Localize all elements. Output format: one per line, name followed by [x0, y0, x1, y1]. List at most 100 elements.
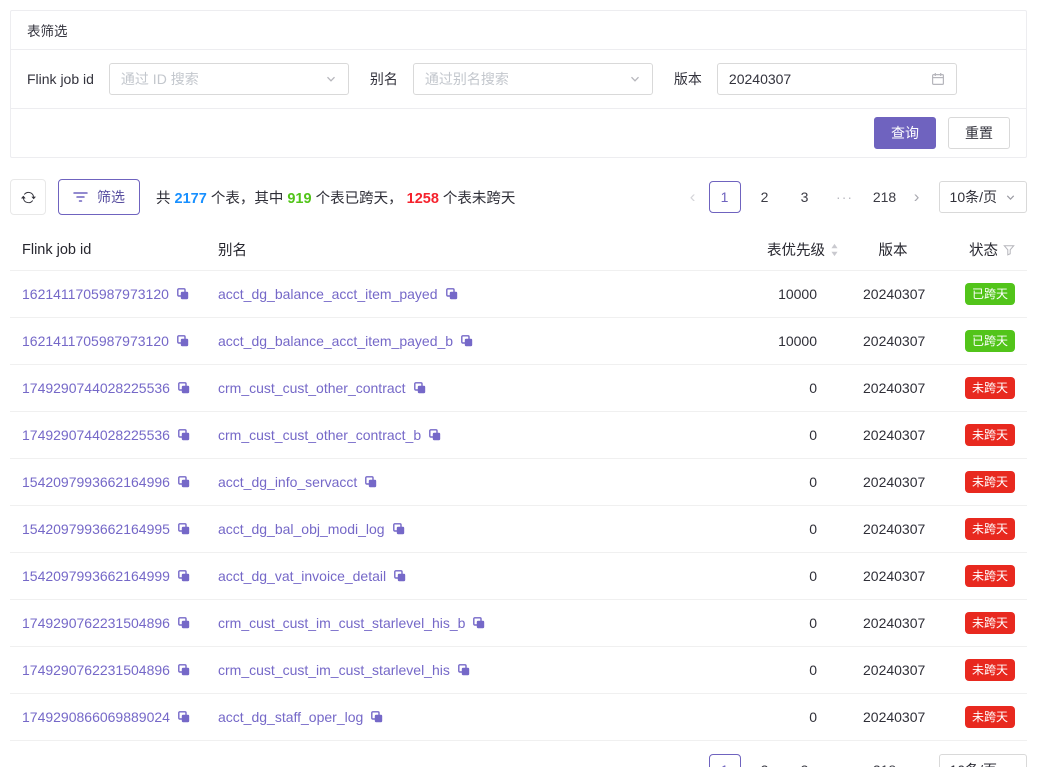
cell-priority: 0 [721, 459, 851, 506]
query-button[interactable]: 查询 [874, 117, 936, 149]
job-id-link[interactable]: 1542097993662164999 [22, 568, 170, 584]
pagination-ellipsis[interactable]: ··· [829, 181, 861, 213]
alias-link[interactable]: acct_dg_balance_acct_item_payed_b [218, 333, 453, 349]
pagination-prev[interactable]: ‹ [681, 182, 705, 212]
table-row: 1621411705987973120 acct_dg_balance_acct_… [10, 271, 1027, 318]
cell-alias: acct_dg_balance_acct_item_payed [206, 271, 721, 318]
summary-part: 个表，其中 [207, 191, 288, 207]
alias-link[interactable]: acct_dg_info_servacct [218, 474, 357, 490]
alias-link[interactable]: acct_dg_vat_invoice_detail [218, 568, 386, 584]
copy-icon[interactable] [428, 428, 442, 442]
pagination-page-218[interactable]: 218 [869, 181, 901, 213]
reset-button[interactable]: 重置 [948, 117, 1010, 149]
pagination-next[interactable]: › [905, 755, 929, 767]
job-id-link[interactable]: 1542097993662164996 [22, 474, 170, 490]
table-row: 1542097993662164999 acct_dg_vat_invoice_d… [10, 553, 1027, 600]
copy-icon[interactable] [177, 569, 191, 583]
job-id-link[interactable]: 1621411705987973120 [22, 286, 169, 302]
copy-icon[interactable] [176, 287, 190, 301]
header-version: 版本 [851, 231, 935, 271]
alias-link[interactable]: crm_cust_cust_im_cust_starlevel_his [218, 662, 450, 678]
field-flink-job-id: Flink job id 通过 ID 搜索 [27, 63, 349, 95]
filter-toggle-button[interactable]: 筛选 [58, 179, 140, 215]
calendar-icon [931, 72, 945, 86]
copy-icon[interactable] [392, 522, 406, 536]
page-size-select[interactable]: 10条/页 [939, 754, 1027, 767]
filter-card: 表筛选 Flink job id 通过 ID 搜索 别名 通过别名搜索 [10, 10, 1027, 158]
pagination-ellipsis[interactable]: ··· [829, 754, 861, 767]
status-badge: 未跨天 [965, 706, 1015, 728]
copy-icon[interactable] [177, 663, 191, 677]
alias-link[interactable]: crm_cust_cust_other_contract [218, 380, 406, 396]
cell-priority: 0 [721, 600, 851, 647]
cell-version: 20240307 [851, 600, 935, 647]
version-date-input[interactable] [729, 71, 909, 87]
alias-link[interactable]: acct_dg_staff_oper_log [218, 709, 363, 725]
alias-placeholder: 通过别名搜索 [425, 69, 509, 89]
copy-icon[interactable] [177, 522, 191, 536]
copy-icon[interactable] [177, 428, 191, 442]
alias-link[interactable]: crm_cust_cust_other_contract_b [218, 427, 421, 443]
summary-part: 共 [156, 191, 175, 207]
pagination-prev[interactable]: ‹ [681, 755, 705, 767]
filter-button-label: 筛选 [97, 187, 125, 207]
filter-lines-icon [73, 191, 88, 203]
copy-icon[interactable] [177, 381, 191, 395]
cell-job-id: 1749290744028225536 [10, 365, 206, 412]
summary-part: 个表未跨天 [439, 191, 516, 207]
pagination-page-218[interactable]: 218 [869, 754, 901, 767]
copy-icon[interactable] [364, 475, 378, 489]
version-date-picker[interactable] [717, 63, 957, 95]
copy-icon[interactable] [177, 475, 191, 489]
pagination-page-2[interactable]: 2 [749, 181, 781, 213]
table-row: 1542097993662164996 acct_dg_info_servacct… [10, 459, 1027, 506]
job-id-link[interactable]: 1749290762231504896 [22, 662, 170, 678]
job-id-link[interactable]: 1749290762231504896 [22, 615, 170, 631]
job-id-link[interactable]: 1749290744028225536 [22, 427, 170, 443]
copy-icon[interactable] [445, 287, 459, 301]
header-status-label: 状态 [969, 239, 998, 260]
copy-icon[interactable] [457, 663, 471, 677]
pagination-page-3[interactable]: 3 [789, 181, 821, 213]
cell-version: 20240307 [851, 694, 935, 741]
job-id-link[interactable]: 1749290744028225536 [22, 380, 170, 396]
flink-job-id-select[interactable]: 通过 ID 搜索 [109, 63, 349, 95]
page-size-select[interactable]: 10条/页 [939, 181, 1027, 213]
copy-icon[interactable] [413, 381, 427, 395]
copy-icon[interactable] [393, 569, 407, 583]
status-badge: 已跨天 [965, 283, 1015, 305]
chevron-down-icon [629, 73, 641, 85]
cell-alias: acct_dg_staff_oper_log [206, 694, 721, 741]
copy-icon[interactable] [177, 616, 191, 630]
cell-job-id: 1542097993662164999 [10, 553, 206, 600]
job-id-link[interactable]: 1749290866069889024 [22, 709, 170, 725]
table-row: 1749290866069889024 acct_dg_staff_oper_lo… [10, 694, 1027, 741]
pagination-page-2[interactable]: 2 [749, 754, 781, 767]
pagination-page-1[interactable]: 1 [709, 754, 741, 767]
copy-icon[interactable] [460, 334, 474, 348]
alias-link[interactable]: acct_dg_bal_obj_modi_log [218, 521, 385, 537]
alias-link[interactable]: acct_dg_balance_acct_item_payed [218, 286, 438, 302]
pagination-next[interactable]: › [905, 182, 929, 212]
filter-funnel-icon[interactable] [1003, 244, 1015, 256]
job-id-link[interactable]: 1621411705987973120 [22, 333, 169, 349]
table-row: 1749290744028225536 crm_cust_cust_other_c… [10, 412, 1027, 459]
header-priority[interactable]: 表优先级 [721, 231, 851, 271]
copy-icon[interactable] [472, 616, 486, 630]
pagination-page-1[interactable]: 1 [709, 181, 741, 213]
cell-job-id: 1749290744028225536 [10, 412, 206, 459]
copy-icon[interactable] [176, 334, 190, 348]
cell-alias: crm_cust_cust_other_contract [206, 365, 721, 412]
pagination-page-3[interactable]: 3 [789, 754, 821, 767]
alias-select[interactable]: 通过别名搜索 [413, 63, 653, 95]
status-badge: 未跨天 [965, 612, 1015, 634]
copy-icon[interactable] [177, 710, 191, 724]
sort-icon[interactable] [830, 243, 839, 257]
field-alias: 别名 通过别名搜索 [370, 63, 653, 95]
top-pagination-zone: ‹123···218› 10条/页 [681, 181, 1027, 213]
alias-link[interactable]: crm_cust_cust_im_cust_starlevel_his_b [218, 615, 465, 631]
copy-icon[interactable] [370, 710, 384, 724]
header-status[interactable]: 状态 [935, 231, 1027, 271]
job-id-link[interactable]: 1542097993662164995 [22, 521, 170, 537]
refresh-button[interactable] [10, 179, 46, 215]
